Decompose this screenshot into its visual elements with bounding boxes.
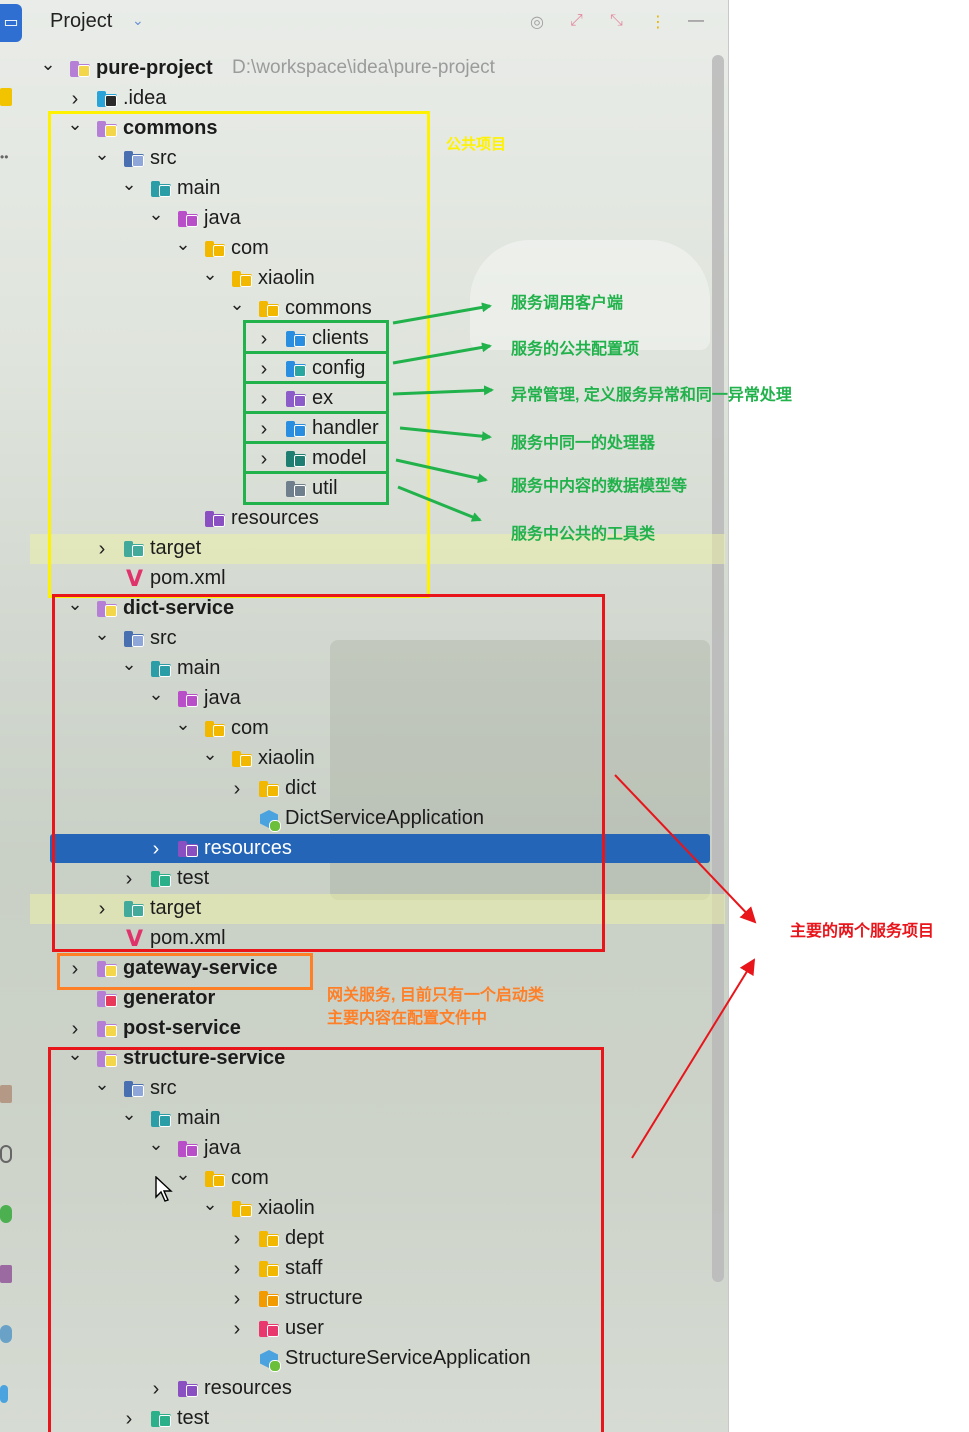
ex-note: 异常管理, 定义服务异常和同一异常处理 — [511, 387, 792, 404]
mouse-cursor-icon — [155, 1176, 173, 1202]
arrow-ex — [392, 385, 494, 396]
config-note: 服务的公共配置项 — [511, 341, 640, 358]
gateway-note-line2: 主要内容在配置文件中 — [327, 1010, 488, 1027]
arrow-clients — [392, 302, 492, 325]
clients-note: 服务调用客户端 — [511, 295, 624, 312]
model-note: 服务中内容的数据模型等 — [511, 478, 688, 495]
util-note: 服务中公共的工具类 — [511, 526, 656, 543]
arrow-config — [392, 342, 492, 365]
arrow-util — [397, 485, 482, 522]
gateway-note-line1: 网关服务, 目前只有一个启动类 — [327, 987, 544, 1004]
arrow-handler — [399, 426, 492, 442]
commons-note: 公共项目 — [446, 136, 507, 153]
arrow-model — [395, 458, 488, 484]
main-services-note: 主要的两个服务项目 — [790, 923, 935, 940]
arrow-structure-service — [631, 958, 756, 1159]
arrow-dict-service — [614, 774, 757, 924]
annotation-arrows — [392, 302, 757, 1159]
handler-note: 服务中同一的处理器 — [511, 435, 656, 452]
